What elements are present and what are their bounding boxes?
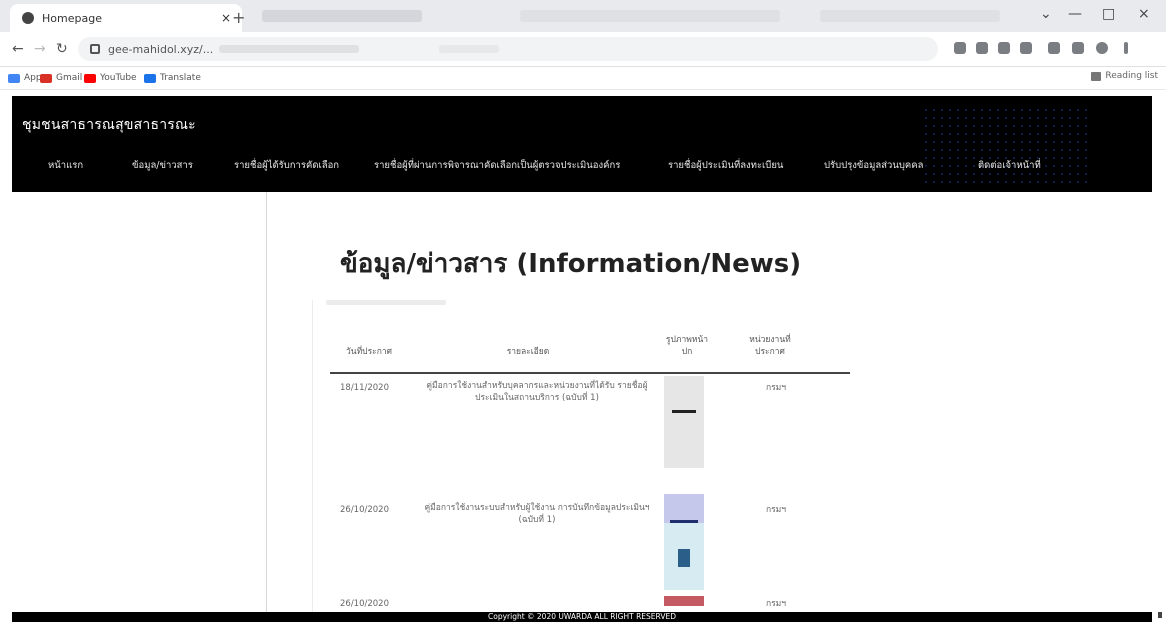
main-nav: หน้าแรก ข้อมูล/ข่าวสาร รายชื่อผู้ได้รับก… xyxy=(12,158,1152,178)
browser-tab-bar: Homepage × + ⌄ — □ × xyxy=(0,0,1166,32)
menu-kebab-icon[interactable] xyxy=(1124,42,1128,54)
close-window-icon[interactable]: × xyxy=(1138,6,1150,22)
tab-title: Homepage xyxy=(42,11,102,25)
translate-icon xyxy=(144,73,156,83)
row-org: กรมฯ xyxy=(765,505,787,515)
nav-registered-list[interactable]: รายชื่อผู้ประเมินที่ลงทะเบียน xyxy=(668,158,783,173)
favicon-icon xyxy=(22,12,34,24)
translate-icon[interactable] xyxy=(954,42,966,54)
bookmark-label: Translate xyxy=(160,73,201,83)
nav-assessor-list[interactable]: รายชื่อผู้ที่ผ่านการพิจารณาคัดเลือกเป็นผ… xyxy=(374,158,620,173)
table-header-rule xyxy=(330,372,850,374)
maximize-icon[interactable]: □ xyxy=(1102,6,1115,22)
back-icon[interactable]: ← xyxy=(12,41,24,57)
minimize-icon[interactable]: — xyxy=(1068,6,1082,22)
reload-icon[interactable]: ↻ xyxy=(56,41,68,57)
site-header: ชุมชนสาธารณสุขสาธารณะ หน้าแรก ข้อมูล/ข่า… xyxy=(12,96,1152,192)
col-header-org: หน่วยงานที่ประกาศ xyxy=(749,335,791,357)
row-date: 18/11/2020 xyxy=(340,383,389,393)
address-bar[interactable]: gee-mahidol.xyz/... xyxy=(78,37,938,61)
reading-list[interactable]: Reading list xyxy=(1091,71,1158,81)
col-header-date: วันที่ประกาศ xyxy=(345,347,393,357)
browser-toolbar: ← → ↻ gee-mahidol.xyz/... xyxy=(0,32,1166,67)
row-thumbnail[interactable] xyxy=(664,494,704,590)
nav-update-profile[interactable]: ปรับปรุงข้อมูลส่วนบุคคล xyxy=(824,158,923,173)
blurred-tab-strip xyxy=(520,10,780,22)
bookmark-label: Gmail xyxy=(56,73,83,83)
puzzle-icon[interactable] xyxy=(1072,42,1084,54)
blurred-tab-strip xyxy=(820,10,1000,22)
nav-home[interactable]: หน้าแรก xyxy=(48,158,83,173)
col-header-detail: รายละเอียด xyxy=(506,347,550,357)
nav-selected-list[interactable]: รายชื่อผู้ได้รับการคัดเลือก xyxy=(234,158,339,173)
gmail-icon xyxy=(40,73,52,83)
bookmark-gmail[interactable]: Gmail xyxy=(40,71,82,85)
nav-information[interactable]: ข้อมูล/ข่าวสาร xyxy=(132,158,193,173)
row-detail-link[interactable]: คู่มือการใช้งานระบบสำหรับผู้ใช้งาน การบั… xyxy=(422,502,652,526)
thumbnail-bar xyxy=(670,520,698,523)
row-date: 26/10/2020 xyxy=(340,599,389,609)
blurred-tab-strip xyxy=(262,10,422,22)
row-thumbnail[interactable] xyxy=(664,596,704,606)
reading-list-icon xyxy=(1091,71,1102,81)
apps-icon xyxy=(8,73,20,83)
row-org: กรมฯ xyxy=(765,383,787,393)
thumbnail-doc-icon xyxy=(678,549,690,567)
bookmarks-bar: Apps Gmail YouTube Translate Reading lis… xyxy=(0,67,1166,90)
url-text: gee-mahidol.xyz/... xyxy=(108,42,214,56)
row-thumbnail[interactable] xyxy=(664,376,704,468)
page-title: ข้อมูล/ข่าวสาร (Information/News) xyxy=(340,249,802,280)
row-date: 26/10/2020 xyxy=(340,505,389,515)
zoom-icon[interactable] xyxy=(998,42,1010,54)
forward-icon[interactable]: → xyxy=(34,41,46,57)
blurred-url xyxy=(439,45,500,53)
lock-icon xyxy=(90,44,100,54)
blurred-url xyxy=(219,45,360,53)
scrollbar-thumb[interactable] xyxy=(1158,612,1162,618)
bookmark-translate[interactable]: Translate xyxy=(144,71,201,85)
site-title[interactable]: ชุมชนสาธารณสุขสาธารณะ xyxy=(22,114,196,136)
col-header-image: รูปภาพหน้าปก xyxy=(665,335,709,357)
bookmark-star-icon[interactable] xyxy=(1020,42,1032,54)
site-footer: Copyright © 2020 UWARDA ALL RIGHT RESERV… xyxy=(12,612,1152,622)
profile-avatar-icon[interactable] xyxy=(1096,42,1108,54)
nav-contact[interactable]: ติดต่อเจ้าหน้าที่ xyxy=(978,158,1041,173)
browser-tab[interactable]: Homepage × xyxy=(10,4,242,32)
thumbnail-bar xyxy=(672,410,696,413)
tab-search-icon[interactable]: ⌄ xyxy=(1040,6,1052,22)
bookmark-label: YouTube xyxy=(100,73,137,83)
row-detail-link[interactable]: คู่มือการใช้งานสำหรับบุคลากรและหน่วยงานท… xyxy=(422,380,652,404)
column-divider xyxy=(266,192,267,612)
news-table: วันที่ประกาศ รายละเอียด รูปภาพหน้าปก หน่… xyxy=(318,316,850,609)
breadcrumb-faded xyxy=(326,300,446,305)
column-divider xyxy=(312,300,313,612)
share-icon[interactable] xyxy=(976,42,988,54)
bookmark-youtube[interactable]: YouTube xyxy=(84,71,137,85)
reading-list-label: Reading list xyxy=(1105,71,1158,81)
extension-icon[interactable] xyxy=(1048,42,1060,54)
row-org: กรมฯ xyxy=(765,599,787,609)
copyright-text: Copyright © 2020 UWARDA ALL RIGHT RESERV… xyxy=(488,612,676,621)
youtube-icon xyxy=(84,73,96,83)
new-tab-icon[interactable]: + xyxy=(232,8,245,27)
